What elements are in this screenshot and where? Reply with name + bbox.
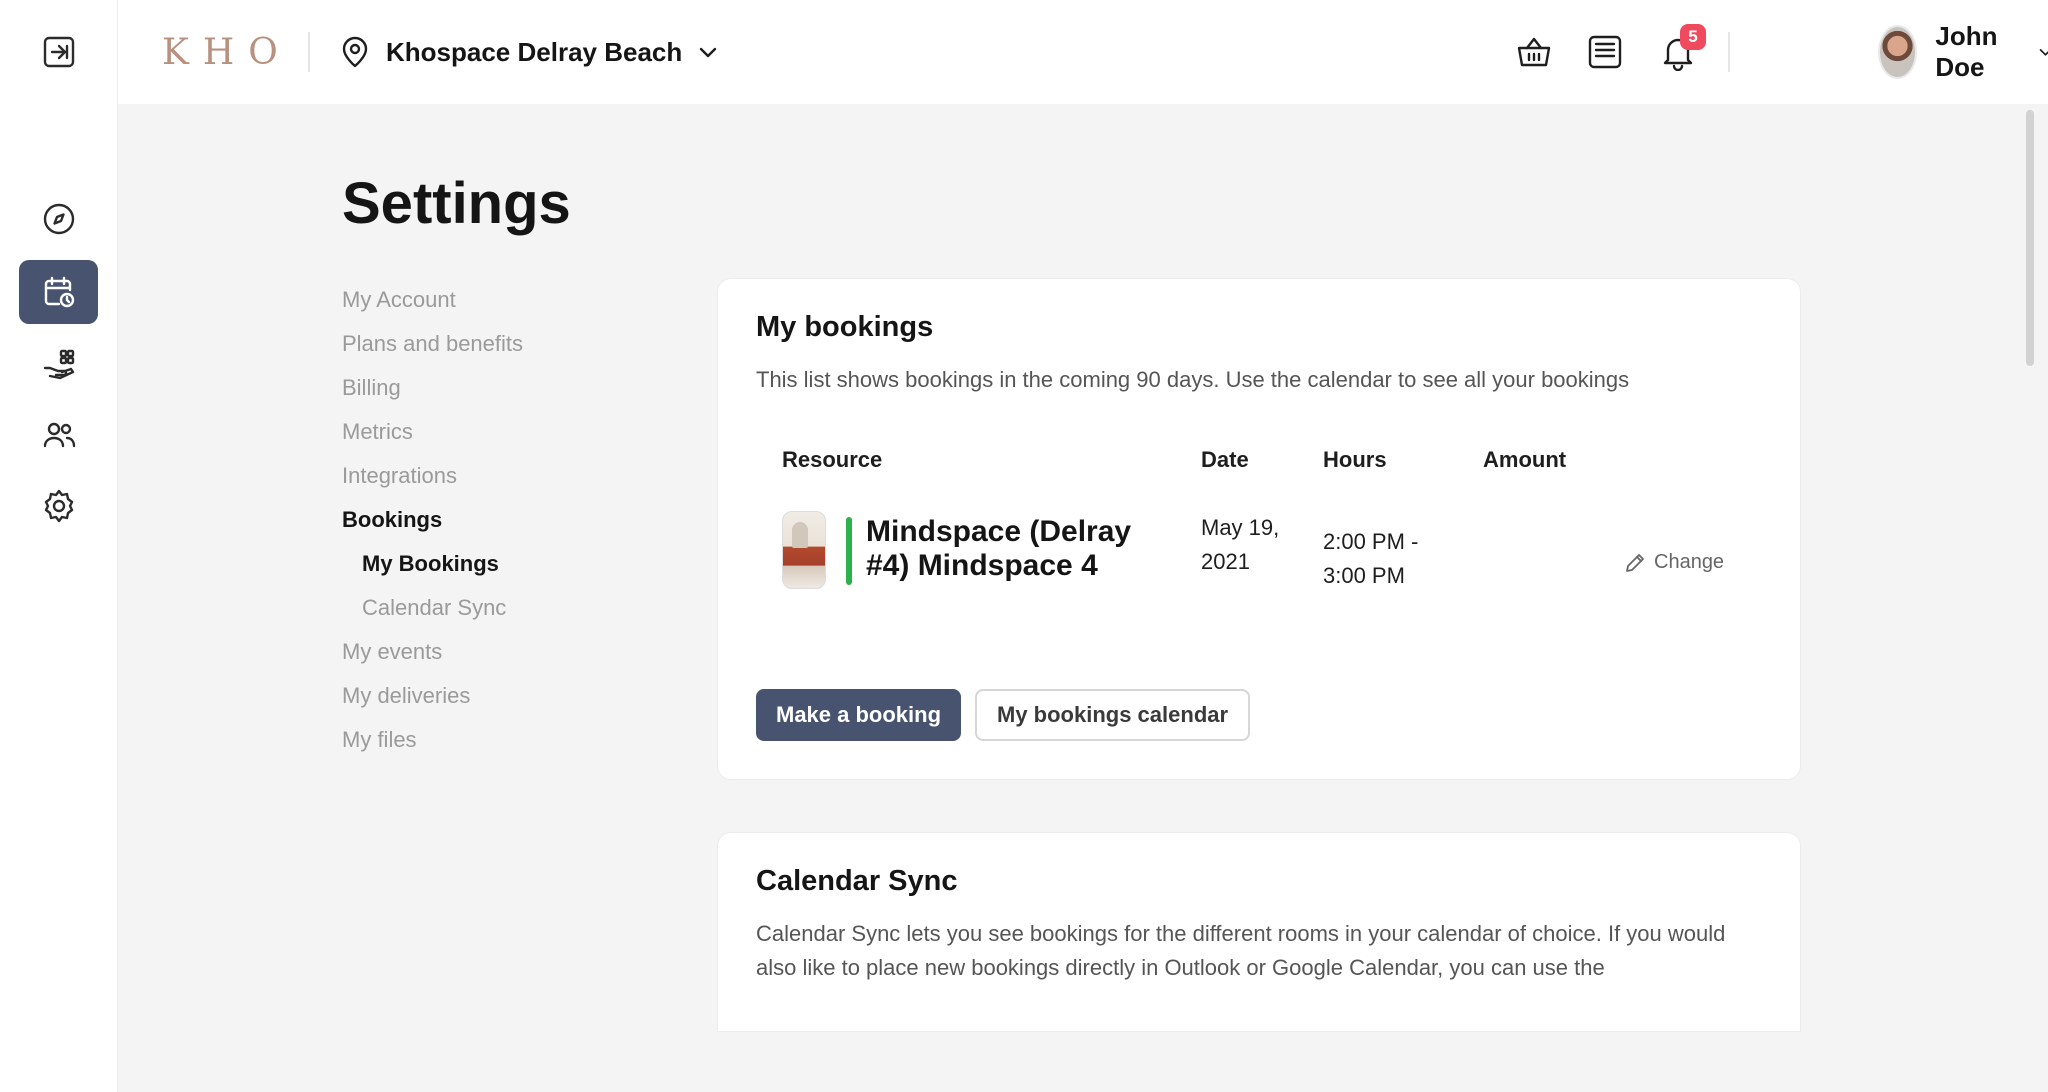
settings-nav-my-bookings[interactable]: My Bookings (342, 542, 662, 586)
page-title: Settings (342, 171, 571, 236)
resource-name[interactable]: Mindspace (Delray #4) Mindspace 4 (866, 515, 1146, 583)
settings-nav-billing[interactable]: Billing (342, 366, 662, 410)
user-name: John Doe (1935, 21, 1998, 82)
booking-date: May 19, 2021 (1201, 515, 1280, 574)
user-menu[interactable]: John Doe (1878, 21, 2048, 82)
my-bookings-title: My bookings (756, 311, 934, 343)
column-header-resource: Resource (782, 447, 883, 472)
settings-nav-calendar-sync[interactable]: Calendar Sync (342, 586, 662, 630)
nav-services[interactable] (19, 332, 98, 396)
compass-icon (43, 203, 74, 235)
top-bar: KHO Khospace Delray Beach 5 John Doe (118, 0, 2048, 104)
bookings-calendar-button[interactable]: My bookings calendar (975, 689, 1251, 741)
my-bookings-card: My bookings This list shows bookings in … (717, 278, 1801, 780)
my-bookings-description: This list shows bookings in the coming 9… (756, 367, 1630, 392)
basket-icon (1517, 37, 1551, 67)
column-header-amount: Amount (1483, 447, 1567, 472)
header-divider (308, 32, 310, 72)
cart-button[interactable] (1512, 30, 1556, 74)
location-selector[interactable]: Khospace Delray Beach (338, 30, 720, 74)
page-scrollbar[interactable] (2026, 110, 2034, 366)
notifications-button[interactable]: 5 (1656, 24, 1706, 74)
calendar-sync-card: Calendar Sync Calendar Sync lets you see… (717, 832, 1801, 1032)
make-booking-button[interactable]: Make a booking (756, 689, 962, 741)
settings-nav-bookings[interactable]: Bookings (342, 498, 662, 542)
inbox-button[interactable] (1583, 30, 1627, 74)
calendar-sync-title: Calendar Sync (756, 865, 958, 897)
settings-nav: My Account Plans and benefits Billing Me… (342, 278, 662, 762)
settings-nav-my-account[interactable]: My Account (342, 278, 662, 322)
settings-nav-plans-and-benefits[interactable]: Plans and benefits (342, 322, 662, 366)
gear-icon (44, 489, 73, 523)
settings-nav-my-events[interactable]: My events (342, 630, 662, 674)
chevron-down-icon (700, 47, 717, 58)
avatar (1878, 25, 1918, 79)
pencil-icon (1626, 553, 1644, 572)
left-rail (0, 0, 118, 1092)
nav-bookings[interactable] (19, 260, 98, 324)
logo-text: KHO (162, 31, 292, 73)
booking-hours: 2:00 PM - 3:00 PM (1323, 529, 1419, 588)
expand-icon (43, 36, 74, 68)
column-header-hours: Hours (1323, 447, 1387, 472)
change-label: Change (1654, 551, 1725, 573)
nav-community[interactable] (19, 403, 98, 467)
location-name: Khospace Delray Beach (386, 36, 683, 67)
chevron-down-icon (2039, 49, 2048, 56)
notification-badge: 5 (1680, 24, 1706, 50)
users-icon (43, 422, 75, 448)
hand-gift-icon (43, 349, 74, 380)
nav-settings[interactable] (19, 474, 98, 538)
column-header-date: Date (1201, 447, 1249, 472)
document-list-icon (1588, 35, 1622, 69)
settings-nav-integrations[interactable]: Integrations (342, 454, 662, 498)
resource-thumbnail (782, 511, 826, 589)
map-pin-icon (342, 36, 368, 68)
calendar-sync-description: Calendar Sync lets you see bookings for … (756, 921, 1726, 980)
nav-explore[interactable] (19, 187, 98, 251)
settings-nav-my-deliveries[interactable]: My deliveries (342, 674, 662, 718)
brand-logo[interactable]: KHO (162, 30, 292, 74)
header-divider-right (1728, 32, 1730, 72)
booking-status-marker (846, 517, 852, 585)
collapse-sidebar-button[interactable] (19, 20, 98, 84)
settings-nav-my-files[interactable]: My files (342, 718, 662, 762)
settings-nav-metrics[interactable]: Metrics (342, 410, 662, 454)
calendar-clock-icon (44, 276, 74, 308)
change-booking-button[interactable]: Change (1624, 551, 1724, 574)
